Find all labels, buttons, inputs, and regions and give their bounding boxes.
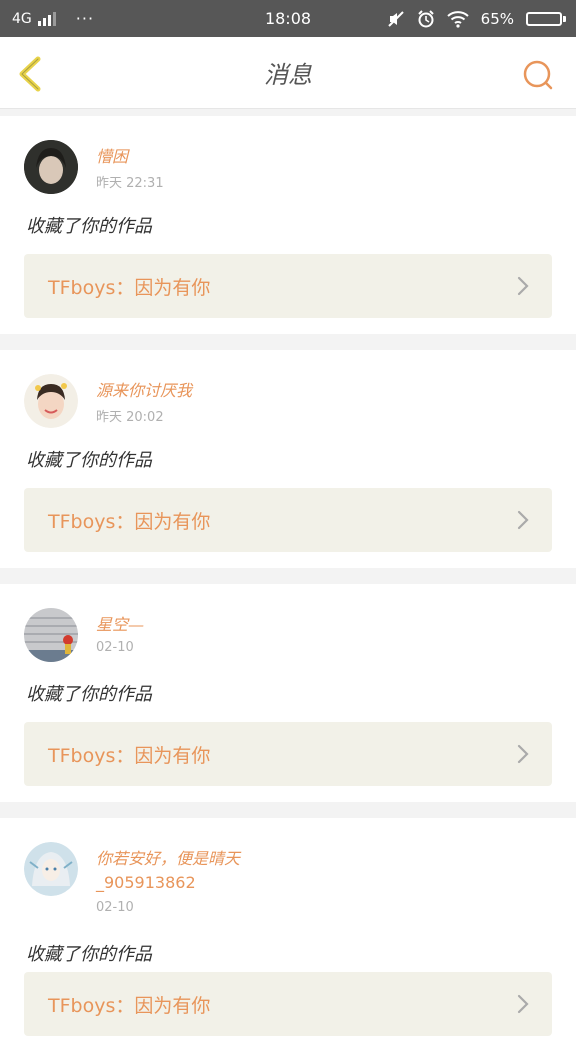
action-text: 收藏了你的作品 xyxy=(26,944,152,965)
chevron-right-icon xyxy=(517,994,529,1014)
header-bar: 消息 xyxy=(0,37,576,109)
avatar-image xyxy=(24,140,78,194)
user-name[interactable]: 你若安好，便是晴天 xyxy=(96,848,240,870)
avatar[interactable] xyxy=(24,374,78,428)
action-text: 收藏了你的作品 xyxy=(26,684,152,705)
action-text: 收藏了你的作品 xyxy=(26,450,152,471)
status-time: 18:08 xyxy=(264,9,312,28)
chevron-right-icon xyxy=(517,276,529,296)
user-name[interactable]: 懵困 xyxy=(96,146,128,168)
message-time: 02-10 xyxy=(96,900,134,915)
work-title: TFboys：因为有你 xyxy=(48,744,211,767)
message-time: 昨天 20:02 xyxy=(96,410,164,425)
page-title: 消息 xyxy=(264,61,312,89)
work-title: TFboys：因为有你 xyxy=(48,276,211,299)
message-time: 昨天 22:31 xyxy=(96,176,164,191)
avatar-image xyxy=(24,374,78,428)
work-link[interactable]: TFboys：因为有你 xyxy=(24,972,552,1036)
work-title: TFboys：因为有你 xyxy=(48,994,211,1017)
avatar-image xyxy=(24,842,78,896)
user-name-line2[interactable]: _905913862 xyxy=(96,872,196,894)
action-text: 收藏了你的作品 xyxy=(26,216,152,237)
avatar[interactable] xyxy=(24,608,78,662)
user-name[interactable]: 源来你讨厌我 xyxy=(96,380,192,402)
list-item: 懵困 昨天 22:31 收藏了你的作品 TFboys：因为有你 xyxy=(0,116,576,334)
chevron-right-icon xyxy=(517,510,529,530)
avatar[interactable] xyxy=(24,140,78,194)
work-link[interactable]: TFboys：因为有你 xyxy=(24,488,552,552)
list-item: 你若安好，便是晴天 _905913862 02-10 收藏了你的作品 TFboy… xyxy=(0,818,576,1038)
message-time: 02-10 xyxy=(96,640,134,655)
avatar-image xyxy=(24,608,78,662)
search-icon[interactable] xyxy=(522,59,554,91)
user-name[interactable]: 星空— xyxy=(96,614,144,636)
status-bar: 4G ··· 18:08 65% xyxy=(0,0,576,37)
work-link[interactable]: TFboys：因为有你 xyxy=(24,254,552,318)
avatar[interactable] xyxy=(24,842,78,896)
work-link[interactable]: TFboys：因为有你 xyxy=(24,722,552,786)
list-item: 星空— 02-10 收藏了你的作品 TFboys：因为有你 xyxy=(0,584,576,802)
list-item: 源来你讨厌我 昨天 20:02 收藏了你的作品 TFboys：因为有你 xyxy=(0,350,576,568)
work-title: TFboys：因为有你 xyxy=(48,510,211,533)
chevron-right-icon xyxy=(517,744,529,764)
